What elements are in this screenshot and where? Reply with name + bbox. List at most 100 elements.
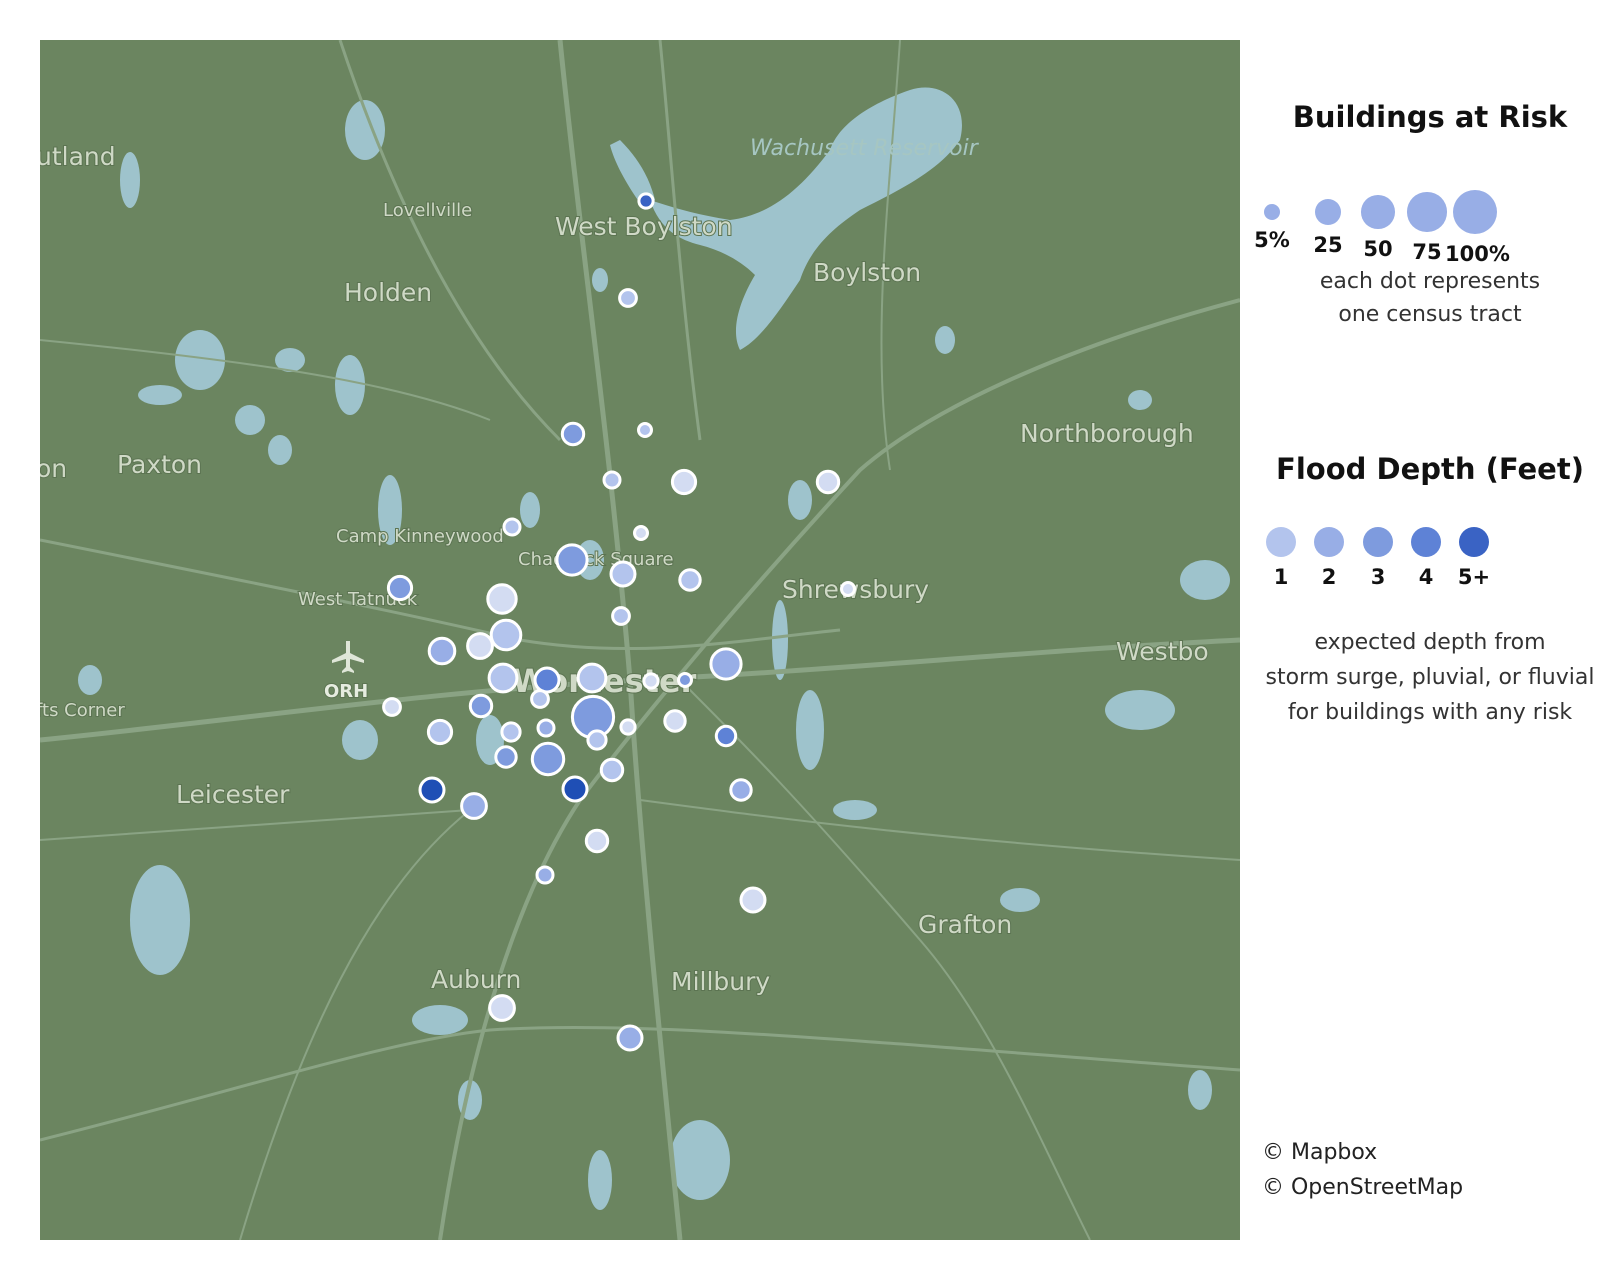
tract-dot[interactable] <box>618 288 638 308</box>
tract-dot[interactable] <box>494 745 518 769</box>
lake-15 <box>342 720 378 760</box>
tract-dot[interactable] <box>637 192 655 210</box>
map-canvas[interactable]: utland Lovellville West Boylston Holden … <box>40 40 1240 1240</box>
tract-dot[interactable] <box>466 632 494 660</box>
tract-dot[interactable] <box>426 718 454 746</box>
tract-dot[interactable] <box>502 517 522 537</box>
size-dot-75 <box>1407 192 1447 232</box>
tract-dot[interactable] <box>670 468 698 496</box>
label-millbury: Millbury <box>671 967 770 996</box>
tract-dot[interactable] <box>599 757 625 783</box>
size-note-line-2: one census tract <box>1338 302 1522 327</box>
lake-28 <box>788 480 812 520</box>
depth-note-line-2: storm surge, pluvial, or fluvial <box>1265 665 1595 690</box>
tract-dot[interactable] <box>584 828 610 854</box>
label-camp-kinneywood: Camp Kinneywood <box>336 526 504 547</box>
tract-dot[interactable] <box>489 618 523 652</box>
tract-dot[interactable] <box>500 721 522 743</box>
tract-dot[interactable] <box>677 672 693 688</box>
tract-dot[interactable] <box>840 581 856 597</box>
tract-dot[interactable] <box>709 647 743 681</box>
label-boylston: Boylston <box>813 258 921 287</box>
label-northborough: Northborough <box>1020 419 1194 448</box>
lake-23 <box>1000 888 1040 912</box>
size-label-100: 100% <box>1445 242 1510 266</box>
tract-dot[interactable] <box>486 583 518 615</box>
tract-dot[interactable] <box>609 560 637 588</box>
tract-dot[interactable] <box>460 792 488 820</box>
tract-dot[interactable] <box>633 525 649 541</box>
size-dot-50 <box>1361 195 1395 229</box>
tract-dot[interactable] <box>536 718 556 738</box>
size-label-5: 5% <box>1254 228 1290 253</box>
size-legend-item-100: 100% <box>1445 190 1510 266</box>
tract-dot[interactable] <box>619 718 637 736</box>
tract-dot[interactable] <box>535 865 555 885</box>
label-westborough: Westbo <box>1116 637 1209 666</box>
lake-5 <box>1105 690 1175 730</box>
depth-label-5-plus: 5+ <box>1457 565 1491 589</box>
tract-dot[interactable] <box>576 662 608 694</box>
label-orh: ORH <box>324 681 368 702</box>
lake-6 <box>1180 560 1230 600</box>
lake-19 <box>138 385 182 405</box>
label-rutland: utland <box>40 142 116 171</box>
depth-legend-note: expected depth from storm surge, pluvial… <box>1240 625 1620 730</box>
lake-25 <box>1128 390 1152 410</box>
label-west-boylston: West Boylston <box>555 212 733 241</box>
label-auburn: Auburn <box>431 965 521 994</box>
lake-20 <box>235 405 265 435</box>
depth-legend-title: Flood Depth (Feet) <box>1276 452 1584 486</box>
map[interactable]: utland Lovellville West Boylston Holden … <box>40 40 1240 1240</box>
tract-dot[interactable] <box>663 709 687 733</box>
tract-dot[interactable] <box>555 543 589 577</box>
tract-dot[interactable] <box>530 689 550 709</box>
tract-dot[interactable] <box>602 470 622 490</box>
size-dot-100 <box>1453 190 1497 234</box>
lake-26 <box>78 665 102 695</box>
tract-dot[interactable] <box>561 775 589 803</box>
tract-dot[interactable] <box>642 672 660 690</box>
tract-dot[interactable] <box>714 724 738 748</box>
depth-note-line-1: expected depth from <box>1314 630 1546 655</box>
mapbox-attribution[interactable]: © Mapbox <box>1262 1140 1377 1165</box>
tract-dot[interactable] <box>678 568 702 592</box>
size-dot-5 <box>1263 203 1281 221</box>
tract-dot[interactable] <box>487 662 519 694</box>
tract-dot[interactable] <box>815 469 841 495</box>
lake-12 <box>772 600 788 680</box>
tract-dot[interactable] <box>427 636 457 666</box>
tract-dot[interactable] <box>611 606 631 626</box>
osm-attribution[interactable]: © OpenStreetMap <box>1262 1175 1463 1200</box>
tract-dot[interactable] <box>468 693 494 719</box>
label-lovellville: Lovellville <box>383 200 472 221</box>
lake-1 <box>130 865 190 975</box>
tract-dot[interactable] <box>382 697 402 717</box>
tract-dot[interactable] <box>386 574 414 602</box>
lake-13 <box>796 690 824 770</box>
depth-dot-4 <box>1411 527 1441 557</box>
tract-dot[interactable] <box>530 741 566 777</box>
lake-11 <box>520 492 540 528</box>
size-note-line-1: each dot represents <box>1319 269 1541 294</box>
tract-dot[interactable] <box>586 729 608 751</box>
size-legend-title: Buildings at Risk <box>1292 100 1568 134</box>
tract-dot[interactable] <box>637 422 653 438</box>
tract-dot[interactable] <box>729 778 753 802</box>
lake-8 <box>588 1150 612 1210</box>
label-holden: Holden <box>344 278 432 307</box>
depth-note-line-3: for buildings with any risk <box>1287 700 1573 725</box>
lake-29 <box>592 268 608 292</box>
lake-24 <box>268 435 292 465</box>
tract-dot[interactable] <box>533 666 561 694</box>
tract-dot[interactable] <box>739 886 767 914</box>
lake-22 <box>1188 1070 1212 1110</box>
tract-dot[interactable] <box>560 421 586 447</box>
depth-dot-3 <box>1363 527 1393 557</box>
tract-dot[interactable] <box>488 994 516 1022</box>
depth-dot-5-plus <box>1459 527 1489 557</box>
depth-dot-1 <box>1266 527 1296 557</box>
tract-dot[interactable] <box>418 776 446 804</box>
label-wachusett-reservoir: Wachusett Reservoir <box>750 136 980 161</box>
tract-dot[interactable] <box>616 1024 644 1052</box>
